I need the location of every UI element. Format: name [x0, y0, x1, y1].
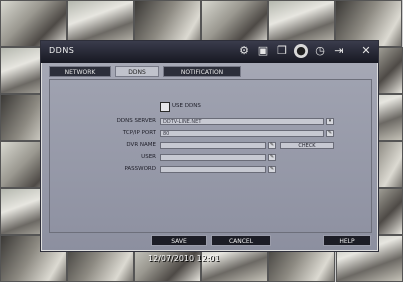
dvr-name-label: DVR NAME [126, 142, 156, 148]
dvr-name-field[interactable] [160, 142, 266, 149]
ddns-settings-panel: USE DDNS DDNS SERVER DDTV-LINE.NET ▾ TCP… [49, 79, 372, 233]
use-ddns-label: USE DDNS [172, 103, 201, 109]
copy-icon[interactable]: ❐ [275, 44, 289, 58]
tcp-port-label: TCP/IP PORT [122, 130, 156, 136]
save-button[interactable]: SAVE [151, 235, 207, 246]
clock-icon[interactable]: ◷ [313, 44, 327, 58]
edit-icon[interactable]: ✎ [268, 142, 276, 149]
gear-icon[interactable]: ⚙ [237, 44, 251, 58]
dialog-titlebar: DDNS ⚙ ▣ ❐ ● ◷ ⇥ ✕ [41, 41, 378, 63]
tab-notification[interactable]: NOTIFICATION [163, 66, 241, 77]
ddns-server-label: DDNS SERVER [116, 118, 156, 124]
check-button[interactable]: CHECK [280, 142, 334, 149]
help-button[interactable]: HELP [323, 235, 371, 246]
exit-icon[interactable]: ⇥ [332, 44, 346, 58]
password-field[interactable] [160, 166, 266, 173]
save-icon[interactable]: ▣ [256, 44, 270, 58]
dialog-title: DDNS [49, 46, 75, 55]
ddns-dialog: DDNS ⚙ ▣ ❐ ● ◷ ⇥ ✕ NETWORK DDNS NOTIFICA… [40, 40, 379, 252]
tab-network[interactable]: NETWORK [49, 66, 111, 77]
password-label: PASSWORD [124, 166, 156, 172]
tab-ddns[interactable]: DDNS [115, 66, 159, 77]
cancel-button[interactable]: CANCEL [211, 235, 271, 246]
use-ddns-checkbox[interactable] [160, 102, 170, 112]
edit-icon[interactable]: ✎ [268, 166, 276, 173]
user-field[interactable] [160, 154, 266, 161]
close-icon[interactable]: ✕ [359, 44, 373, 58]
edit-icon[interactable]: ✎ [268, 154, 276, 161]
ddns-server-select[interactable]: DDTV-LINE.NET [160, 118, 324, 125]
edit-icon[interactable]: ✎ [326, 130, 334, 137]
timestamp-overlay: 12/07/2010 12:01 [148, 254, 220, 263]
record-icon[interactable]: ● [294, 44, 308, 58]
chevron-down-icon[interactable]: ▾ [326, 118, 334, 125]
tcp-port-field[interactable]: 80 [160, 130, 324, 137]
dialog-button-bar: SAVE CANCEL HELP [41, 235, 378, 249]
user-label: USER [141, 154, 156, 160]
